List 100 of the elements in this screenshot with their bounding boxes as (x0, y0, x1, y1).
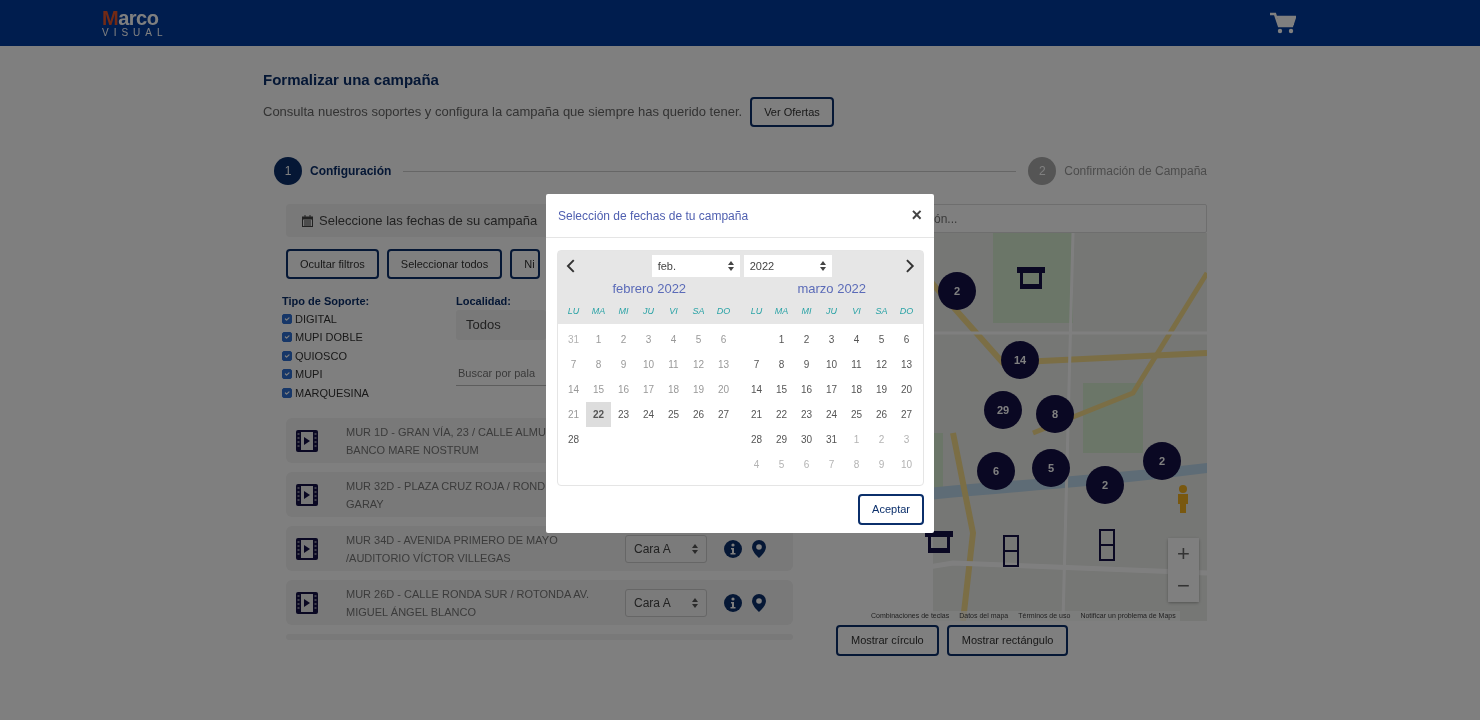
calendar-day[interactable]: 19 (686, 376, 711, 402)
support-name: MUR 26D - CALLE RONDA SUR / ROTONDA AV. MIGUEL ÁNGEL BLANCO (346, 586, 590, 620)
calendar-day[interactable]: 29 (769, 426, 794, 452)
calendar-day[interactable]: 12 (686, 351, 711, 377)
video-icon (296, 537, 318, 560)
calendar-day[interactable]: 3 (636, 326, 661, 352)
calendar-day[interactable]: 7 (561, 351, 586, 377)
calendar-day[interactable]: 8 (586, 351, 611, 377)
calendar-day[interactable]: 11 (844, 351, 869, 377)
calendar-day[interactable]: 24 (819, 401, 844, 427)
info-icon[interactable] (724, 539, 742, 558)
chevron-right-icon[interactable] (905, 259, 915, 273)
checkbox-label: MUPI DOBLE (295, 330, 363, 345)
calendar-day[interactable]: 5 (686, 326, 711, 352)
calendar-day[interactable]: 20 (711, 376, 736, 402)
weekday-label: MI (800, 304, 813, 318)
year-select[interactable]: 2022 (743, 255, 832, 277)
calendar-day[interactable]: 15 (586, 376, 611, 402)
calendar-day[interactable]: 23 (794, 401, 819, 427)
checkbox-label: QUIOSCO (295, 348, 347, 364)
filter-button[interactable]: Ni (510, 249, 541, 279)
calendar-day[interactable]: 11 (661, 351, 686, 377)
location-pin-icon[interactable] (752, 539, 766, 558)
filter-button[interactable]: Seleccionar todos (386, 249, 503, 279)
calendar-day[interactable]: 18 (661, 376, 686, 402)
filter-label: Localidad: (456, 294, 512, 309)
calendar-day[interactable]: 14 (561, 376, 586, 402)
accept-button[interactable]: Aceptar (858, 493, 924, 525)
calendar-day[interactable]: 5 (869, 326, 894, 352)
calendar-day[interactable]: 1 (769, 326, 794, 352)
calendar-day[interactable]: 27 (894, 401, 919, 427)
map-shape-button[interactable]: Mostrar rectángulo (946, 625, 1069, 656)
calendar-day[interactable]: 13 (711, 351, 736, 377)
support-item[interactable]: MUR 26D - CALLE RONDA SUR / ROTONDA AV. MIGUEL ÁNGEL BLANCO Cara A (286, 580, 793, 625)
support-item[interactable]: MUR 34D - AVENIDA PRIMERO DE MAYO /AUDITORIO VÍCTOR VILLEGAS Cara A (286, 526, 793, 571)
calendar-day[interactable]: 6 (894, 326, 919, 352)
calendar-day[interactable]: 8 (769, 351, 794, 377)
calendar-day[interactable]: 16 (794, 376, 819, 402)
checkbox[interactable] (282, 350, 292, 361)
checkbox[interactable] (282, 369, 292, 380)
map-shape-button[interactable]: Mostrar círculo (836, 625, 939, 656)
kiosk-icon[interactable] (925, 531, 953, 553)
calendar-day[interactable]: 12 (869, 351, 894, 377)
support-name: MUR 34D - AVENIDA PRIMERO DE MAYO /AUDITORIO VÍCTOR VILLEGAS (346, 532, 558, 566)
calendar-day[interactable]: 26 (869, 401, 894, 427)
calendar-day[interactable]: 28 (744, 426, 769, 452)
calendar-day[interactable]: 30 (794, 426, 819, 452)
step-label[interactable]: Configuración (310, 162, 392, 180)
cart-icon[interactable] (1269, 12, 1296, 34)
weekday-label: SA (691, 304, 706, 318)
calendar-day[interactable]: 14 (744, 376, 769, 402)
locality-select[interactable]: Todos (456, 309, 546, 340)
calendar-day[interactable]: 4 (844, 326, 869, 352)
face-select[interactable]: Cara A (625, 588, 707, 617)
calendar-day[interactable]: 31 (819, 426, 844, 452)
filter-button[interactable]: Ocultar filtros (286, 249, 379, 279)
calendar-day[interactable]: 18 (844, 376, 869, 402)
calendar-day[interactable]: 2 (794, 326, 819, 352)
month-title: marzo 2022 (796, 280, 868, 298)
support-name: MUR 32D - PLAZA CRUZ ROJA / ROND GARAY (346, 478, 546, 512)
calendar-day[interactable]: 15 (769, 376, 794, 402)
calendar-day[interactable]: 9 (611, 351, 636, 377)
calendar-day[interactable]: 17 (636, 376, 661, 402)
calendar-day[interactable]: 17 (819, 376, 844, 402)
zoom-out-button[interactable]: − (1168, 570, 1199, 602)
calendar-day[interactable]: 4 (661, 326, 686, 352)
calendar-day[interactable]: 1 (586, 326, 611, 352)
calendar-day[interactable]: 10 (819, 351, 844, 377)
step-number[interactable]: 1 (274, 157, 302, 185)
calendar-day[interactable]: 20 (894, 376, 919, 402)
month-select[interactable]: feb. (651, 255, 740, 277)
logo-text[interactable]: Marco (102, 8, 159, 28)
close-button[interactable]: × (911, 202, 922, 229)
calendar-day[interactable]: 3 (819, 326, 844, 352)
calendar-day[interactable]: 9 (794, 351, 819, 377)
calendar-day[interactable]: 13 (894, 351, 919, 377)
calendar-day[interactable]: 22 (586, 401, 611, 427)
calendar-day[interactable]: 28 (561, 426, 586, 452)
info-icon[interactable] (724, 593, 742, 612)
checkbox[interactable] (282, 332, 292, 343)
zoom-in-button[interactable]: + (1168, 538, 1199, 570)
calendar-day[interactable]: 6 (711, 326, 736, 352)
offers-button[interactable]: Ver Ofertas (750, 97, 834, 127)
calendar-day[interactable]: 16 (611, 376, 636, 402)
page-title: Formalizar una campaña (263, 71, 440, 89)
calendar-day[interactable]: 2 (611, 326, 636, 352)
calendar-day[interactable]: 10 (636, 351, 661, 377)
location-pin-icon[interactable] (752, 593, 766, 612)
panel-icon[interactable] (1003, 535, 1019, 567)
video-icon (296, 429, 318, 452)
face-select[interactable]: Cara A (625, 534, 707, 563)
checkbox[interactable] (282, 387, 292, 398)
calendar-day[interactable]: 19 (869, 376, 894, 402)
chevron-left-icon[interactable] (566, 259, 576, 273)
weekday-label: MA (590, 304, 607, 318)
panel-icon[interactable] (1099, 529, 1115, 561)
calendar-day[interactable]: 25 (844, 401, 869, 427)
calendar-day[interactable]: 7 (744, 351, 769, 377)
weekday-label: JU (642, 304, 655, 318)
checkbox[interactable] (282, 313, 292, 324)
